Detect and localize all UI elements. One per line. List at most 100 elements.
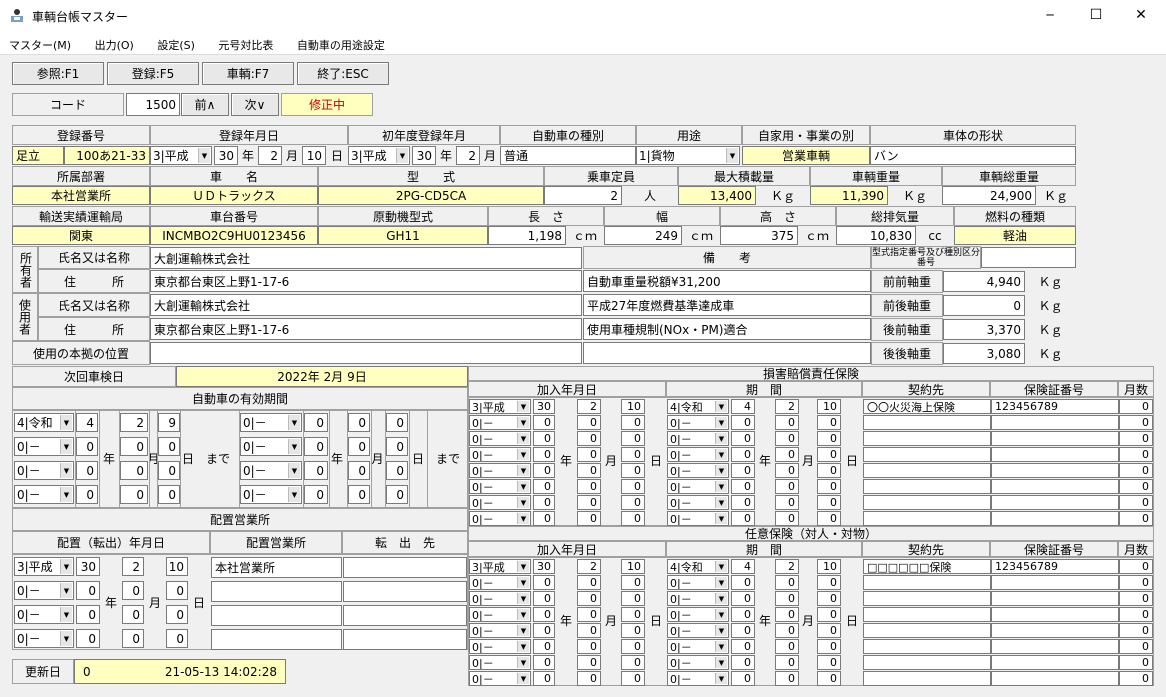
prev-button[interactable]: 前∧ (181, 93, 229, 116)
period-month-field[interactable]: 0 (775, 415, 799, 430)
months-field[interactable]: 0 (1119, 463, 1153, 478)
join-year-field[interactable]: 0 (533, 415, 555, 430)
office-dest-field[interactable] (343, 557, 467, 578)
valid-to-month-field[interactable]: 0 (348, 485, 370, 504)
contract-field[interactable] (863, 431, 991, 446)
period-month-field[interactable]: 0 (775, 575, 799, 590)
join-day-field[interactable]: 0 (621, 655, 645, 670)
period-era-select[interactable]: 0|－ ▼ (667, 511, 729, 526)
period-year-field[interactable]: 0 (731, 639, 755, 654)
period-era-select[interactable]: 4|令和 ▼ (667, 559, 729, 574)
contract-field[interactable] (863, 607, 991, 622)
join-year-field[interactable]: 0 (533, 607, 555, 622)
valid-to-month-field[interactable]: 0 (348, 413, 370, 432)
period-year-field[interactable]: 0 (731, 479, 755, 494)
office-name-field[interactable] (211, 581, 342, 602)
period-month-field[interactable]: 0 (775, 623, 799, 638)
join-day-field[interactable]: 10 (621, 399, 645, 414)
policy-field[interactable] (991, 671, 1119, 686)
code-input[interactable]: 1500 (126, 93, 180, 116)
valid-to-day-field[interactable]: 0 (386, 485, 408, 504)
model-field[interactable]: 2PG-CD5CA (318, 186, 544, 205)
policy-field[interactable] (991, 431, 1119, 446)
months-field[interactable]: 0 (1119, 671, 1153, 686)
period-day-field[interactable]: 0 (817, 415, 841, 430)
menu-settings[interactable]: 設定(S) (157, 39, 195, 52)
office-month-field[interactable]: 0 (122, 581, 144, 600)
join-day-field[interactable]: 0 (621, 591, 645, 606)
join-day-field[interactable]: 0 (621, 431, 645, 446)
maxload-field[interactable]: 13,400 (678, 186, 756, 205)
join-month-field[interactable]: 0 (577, 415, 601, 430)
contract-field[interactable] (863, 623, 991, 638)
menu-vehicle-use[interactable]: 自動車の用途設定 (297, 39, 385, 52)
join-era-select[interactable]: 0|－ ▼ (469, 639, 531, 654)
policy-field[interactable] (991, 511, 1119, 526)
period-month-field[interactable]: 0 (775, 591, 799, 606)
menu-output[interactable]: 出力(O) (95, 39, 134, 52)
valid-to-year-field[interactable]: 0 (304, 485, 328, 504)
ref-button[interactable]: 参照:F1 (12, 62, 104, 85)
period-era-select[interactable]: 0|－ ▼ (667, 431, 729, 446)
period-day-field[interactable]: 0 (817, 575, 841, 590)
join-month-field[interactable]: 0 (577, 431, 601, 446)
join-day-field[interactable]: 0 (621, 639, 645, 654)
join-day-field[interactable]: 0 (621, 623, 645, 638)
join-era-select[interactable]: 0|－ ▼ (469, 431, 531, 446)
valid-to-day-field[interactable]: 0 (386, 413, 408, 432)
axle-field-4[interactable]: 3,080 (943, 343, 1025, 364)
maximize-button[interactable]: ☐ (1076, 4, 1116, 26)
valid-to-day-field[interactable]: 0 (386, 461, 408, 480)
period-month-field[interactable]: 0 (775, 463, 799, 478)
period-year-field[interactable]: 0 (731, 495, 755, 510)
valid-from-year-field[interactable]: 0 (76, 461, 98, 480)
period-day-field[interactable]: 0 (817, 591, 841, 606)
period-year-field[interactable]: 0 (731, 415, 755, 430)
valid-to-month-field[interactable]: 0 (348, 461, 370, 480)
note-field-4[interactable] (583, 342, 871, 364)
width-field[interactable]: 249 (604, 226, 682, 245)
contract-field[interactable] (863, 447, 991, 462)
office-name-field[interactable]: 本社営業所 (211, 557, 342, 578)
first-month-field[interactable]: 2 (456, 146, 480, 165)
office-day-field[interactable]: 10 (166, 557, 188, 576)
period-day-field[interactable]: 0 (817, 479, 841, 494)
office-day-field[interactable]: 0 (166, 605, 188, 624)
note-field-2[interactable]: 平成27年度燃費基準達成車 (583, 294, 871, 316)
valid-from-era-select[interactable]: 4|令和 ▼ (14, 413, 74, 432)
join-month-field[interactable]: 0 (577, 479, 601, 494)
period-month-field[interactable]: 0 (775, 447, 799, 462)
dept-field[interactable]: 本社営業所 (12, 186, 150, 205)
contract-field[interactable] (863, 591, 991, 606)
office-era-select[interactable]: 0|－ ▼ (14, 629, 74, 648)
period-year-field[interactable]: 0 (731, 463, 755, 478)
axle-field-3[interactable]: 3,370 (943, 319, 1025, 340)
period-era-select[interactable]: 0|－ ▼ (667, 495, 729, 510)
join-month-field[interactable]: 0 (577, 495, 601, 510)
valid-to-year-field[interactable]: 0 (304, 461, 328, 480)
contract-field[interactable] (863, 639, 991, 654)
policy-field[interactable] (991, 623, 1119, 638)
join-year-field[interactable]: 30 (533, 559, 555, 574)
contract-field[interactable] (863, 463, 991, 478)
updated-field[interactable]: 0 21-05-13 14:02:28 (74, 659, 286, 684)
period-month-field[interactable]: 0 (775, 639, 799, 654)
policy-field[interactable] (991, 447, 1119, 462)
months-field[interactable]: 0 (1119, 415, 1153, 430)
period-era-select[interactable]: 0|－ ▼ (667, 479, 729, 494)
join-month-field[interactable]: 0 (577, 623, 601, 638)
period-year-field[interactable]: 4 (731, 559, 755, 574)
contract-field[interactable] (863, 415, 991, 430)
join-day-field[interactable]: 0 (621, 575, 645, 590)
period-day-field[interactable]: 0 (817, 495, 841, 510)
join-month-field[interactable]: 0 (577, 639, 601, 654)
base-field[interactable] (150, 342, 582, 364)
period-year-field[interactable]: 0 (731, 607, 755, 622)
policy-field[interactable]: 123456789 (991, 559, 1119, 574)
user-addr-field[interactable]: 東京都台東区上野1-17-6 (150, 318, 582, 340)
valid-from-day-field[interactable]: 0 (158, 461, 180, 480)
months-field[interactable]: 0 (1119, 591, 1153, 606)
policy-field[interactable] (991, 479, 1119, 494)
office-era-select[interactable]: 0|－ ▼ (14, 581, 74, 600)
valid-to-era-select[interactable]: 0|－ ▼ (240, 461, 302, 480)
